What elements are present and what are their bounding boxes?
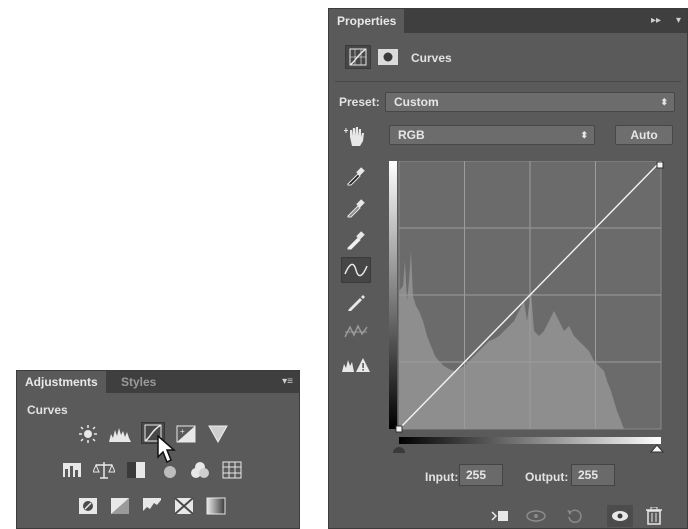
white-point-eyedropper-icon[interactable] bbox=[341, 227, 371, 253]
preset-label: Preset: bbox=[339, 95, 380, 109]
reset-icon[interactable] bbox=[563, 505, 585, 527]
vibrance-icon[interactable] bbox=[61, 460, 83, 480]
auto-button[interactable]: Auto bbox=[615, 125, 673, 145]
output-label: Output: bbox=[525, 470, 569, 484]
posterize-icon[interactable] bbox=[109, 496, 131, 516]
select-arrows-icon: ⬍ bbox=[660, 97, 668, 107]
pencil-draw-icon[interactable] bbox=[341, 289, 371, 315]
header-divider bbox=[335, 81, 681, 82]
invert-icon[interactable] bbox=[77, 496, 99, 516]
collapse-panel-icon[interactable]: ▸▸ bbox=[651, 15, 661, 26]
preset-select-value: Custom bbox=[394, 95, 439, 109]
black-point-eyedropper-icon[interactable] bbox=[341, 163, 371, 189]
adjustments-tab-row: Adjustments Styles ▾≡ bbox=[17, 371, 299, 393]
brightness-contrast-icon[interactable] bbox=[77, 424, 99, 444]
layer-mask-icon[interactable] bbox=[377, 46, 399, 68]
output-field[interactable]: 255 bbox=[571, 464, 615, 486]
curve-points-tool-icon[interactable] bbox=[341, 257, 371, 283]
channel-select-value: RGB bbox=[398, 128, 425, 142]
tab-adjustments[interactable]: Adjustments bbox=[17, 371, 106, 393]
input-field[interactable]: 255 bbox=[459, 464, 503, 486]
properties-panel: Properties ▸▸ ▾ Curves Preset: Custom ⬍ … bbox=[328, 8, 688, 529]
preset-select[interactable]: Custom ⬍ bbox=[385, 92, 675, 112]
clipping-warning-icon[interactable] bbox=[341, 351, 371, 377]
trash-icon[interactable] bbox=[643, 505, 665, 527]
color-lookup-icon[interactable] bbox=[221, 460, 243, 480]
gradient-triangle-icon[interactable] bbox=[207, 424, 229, 444]
adjustment-layer-icon[interactable] bbox=[345, 45, 371, 69]
tab-styles[interactable]: Styles bbox=[113, 371, 164, 393]
input-label: Input: bbox=[425, 470, 459, 484]
white-slider-icon bbox=[649, 444, 665, 453]
clip-to-layer-icon[interactable] bbox=[489, 505, 511, 527]
mouse-cursor-icon bbox=[157, 434, 179, 470]
adjustments-panel: Adjustments Styles ▾≡ Curves + bbox=[16, 370, 300, 529]
threshold-icon[interactable] bbox=[141, 496, 163, 516]
properties-tab-row: Properties ▸▸ ▾ bbox=[329, 9, 687, 33]
select-arrows-icon: ⬍ bbox=[580, 130, 588, 140]
panel-menu-icon[interactable]: ▾≡ bbox=[282, 376, 293, 387]
panel-menu-icon[interactable]: ▾ bbox=[676, 15, 681, 26]
smooth-curve-icon[interactable] bbox=[341, 319, 371, 345]
selective-color-icon[interactable] bbox=[173, 496, 195, 516]
properties-title: Curves bbox=[411, 51, 452, 65]
targeted-adjustment-hand-icon[interactable] bbox=[343, 123, 369, 149]
svg-text:+: + bbox=[180, 427, 185, 436]
black-slider-icon bbox=[393, 447, 405, 453]
tab-properties[interactable]: Properties bbox=[329, 9, 405, 33]
bottom-toolbar bbox=[329, 504, 687, 528]
levels-icon[interactable] bbox=[109, 424, 131, 444]
curves-graph[interactable] bbox=[389, 160, 669, 453]
channel-select[interactable]: RGB ⬍ bbox=[389, 125, 595, 145]
adjustments-section-title: Curves bbox=[27, 403, 68, 417]
curve-point-black bbox=[395, 425, 403, 433]
channel-mixer-icon[interactable] bbox=[189, 460, 211, 480]
color-balance-icon[interactable] bbox=[93, 460, 115, 480]
view-previous-icon[interactable] bbox=[525, 505, 547, 527]
visibility-eye-icon[interactable] bbox=[607, 505, 633, 527]
black-white-icon[interactable] bbox=[125, 460, 147, 480]
curve-point-white bbox=[656, 161, 664, 169]
gradient-map-icon[interactable] bbox=[205, 496, 227, 516]
gray-point-eyedropper-icon[interactable] bbox=[341, 195, 371, 221]
